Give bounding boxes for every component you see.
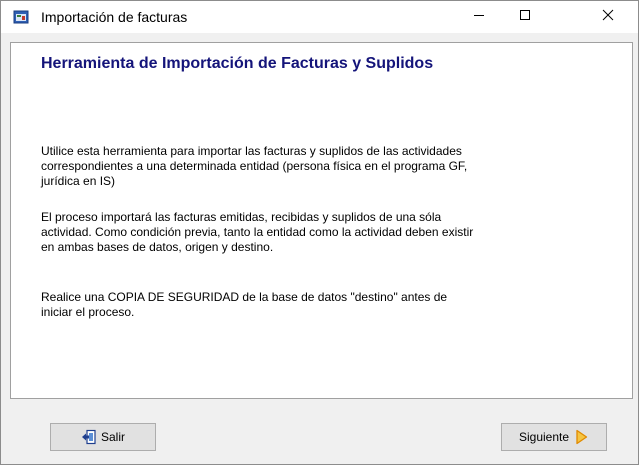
- minimize-button[interactable]: [456, 1, 502, 33]
- next-button-label: Siguiente: [518, 430, 570, 444]
- exit-door-icon: [81, 429, 97, 445]
- title-bar[interactable]: Importación de facturas: [1, 1, 638, 33]
- exit-button-label: Salir: [100, 430, 125, 444]
- close-icon: [602, 8, 614, 26]
- next-button[interactable]: Siguiente: [501, 423, 607, 451]
- minimize-icon: [473, 8, 485, 26]
- intro-paragraph: Utilice esta herramienta para importar l…: [41, 144, 468, 188]
- process-paragraph: El proceso importará las facturas emitid…: [41, 210, 474, 254]
- window-title: Importación de facturas: [41, 9, 188, 25]
- app-window-icon: [13, 9, 29, 25]
- maximize-icon: [519, 8, 531, 26]
- maximize-button[interactable]: [502, 1, 548, 33]
- import-invoices-window: Importación de facturas Herramienta de I…: [0, 0, 639, 465]
- close-button[interactable]: [548, 1, 638, 33]
- backup-warning-paragraph: Realice una COPIA DE SEGURIDAD de la bas…: [41, 290, 448, 319]
- exit-button[interactable]: Salir: [50, 423, 156, 451]
- arrow-right-icon: [573, 429, 589, 445]
- tool-heading: Herramienta de Importación de Facturas y…: [41, 55, 434, 72]
